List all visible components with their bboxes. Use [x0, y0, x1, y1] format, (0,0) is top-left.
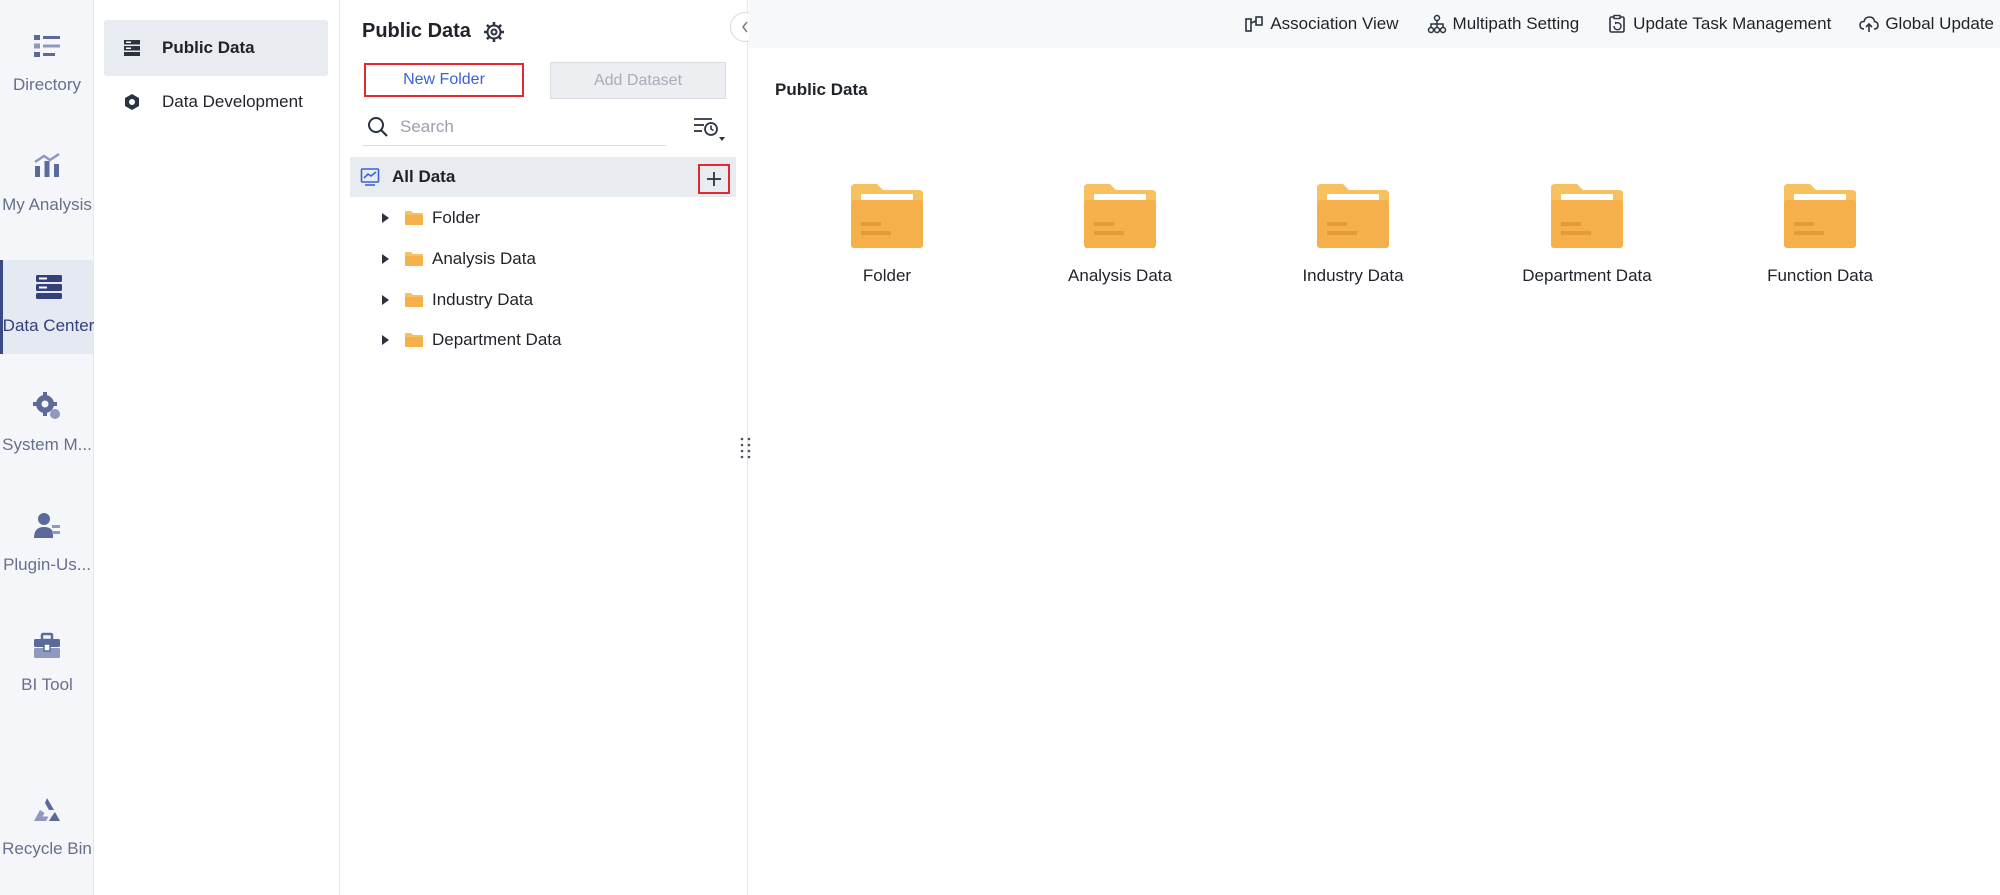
nav-item-system-management[interactable]: System M... [0, 360, 94, 454]
recycle-bin-icon [30, 794, 64, 827]
association-view-icon [1245, 16, 1264, 32]
main-nav: Directory My Analysis Data Center System… [0, 0, 94, 895]
task-clipboard-icon [1609, 14, 1625, 33]
tree-root-label: All Data [392, 167, 456, 186]
nav-label: BI Tool [21, 674, 73, 694]
nav-item-bi-tool[interactable]: BI Tool [0, 600, 94, 694]
nav-item-my-analysis[interactable]: My Analysis [0, 120, 94, 214]
data-center-icon [32, 270, 66, 304]
tree-item-folder[interactable]: Folder [380, 200, 480, 236]
plugin-user-icon [30, 510, 64, 543]
add-dataset-button[interactable]: Add Dataset [550, 62, 726, 99]
caret-right-icon[interactable] [380, 294, 390, 306]
tree-item-label: Folder [432, 208, 481, 227]
association-view-button[interactable]: Association View [1244, 14, 1399, 34]
tree-item-department-data[interactable]: Department Data [380, 322, 561, 358]
tree-root-all-data[interactable]: All Data [350, 157, 736, 197]
folder-card-label: Analysis Data [1068, 266, 1172, 285]
nav-label: System M... [2, 434, 92, 454]
folder-card-function-data[interactable]: Function Data [1730, 178, 1910, 298]
folder-icon [405, 333, 423, 347]
update-task-management-label: Update Task Management [1633, 14, 1832, 33]
tree-item-label: Industry Data [432, 290, 534, 309]
recent-filter-button[interactable] [692, 114, 726, 144]
global-update-button[interactable]: Global Update [1859, 14, 1994, 34]
tree-panel: Public Data New Folder Add Dataset All D… [340, 0, 748, 895]
tree-item-industry-data[interactable]: Industry Data [380, 282, 533, 318]
nav-label: Directory [12, 74, 81, 94]
tree-item-label: Department Data [432, 330, 562, 349]
large-folder-icon [1784, 184, 1856, 248]
public-data-icon [122, 38, 142, 58]
new-folder-button[interactable]: New Folder [364, 63, 524, 97]
folder-icon [405, 211, 423, 225]
multipath-setting-button[interactable]: Multipath Setting [1427, 14, 1580, 34]
global-update-label: Global Update [1885, 14, 1994, 33]
cloud-update-icon [1859, 16, 1880, 32]
large-folder-icon [851, 184, 923, 248]
folder-card-department-data[interactable]: Department Data [1497, 178, 1677, 298]
caret-right-icon[interactable] [380, 212, 390, 224]
panel-resize-handle[interactable] [739, 436, 753, 460]
drag-dots-icon [740, 437, 751, 459]
toolbox-icon [30, 630, 64, 663]
folder-card-industry-data[interactable]: Industry Data [1263, 178, 1443, 298]
plus-icon [707, 172, 721, 186]
nav-item-plugin-user[interactable]: Plugin-Us... [0, 480, 94, 574]
subnav-item-public-data[interactable]: Public Data [104, 20, 328, 76]
analysis-chart-icon [30, 150, 64, 183]
system-gear-icon [30, 390, 64, 423]
folder-card-folder[interactable]: Folder [797, 178, 977, 298]
nav-label: Plugin-Us... [3, 554, 91, 574]
large-folder-icon [1551, 184, 1623, 248]
multipath-setting-label: Multipath Setting [1452, 14, 1580, 33]
subnav-panel: Public Data Data Development [94, 0, 404, 895]
multipath-network-icon [1427, 14, 1446, 34]
directory-icon [30, 30, 64, 63]
large-folder-icon [1084, 184, 1156, 248]
folder-card-label: Industry Data [1302, 266, 1404, 285]
add-node-button[interactable] [698, 164, 730, 194]
all-data-chart-icon [360, 168, 380, 186]
folder-card-label: Department Data [1522, 266, 1652, 285]
folder-icon [405, 293, 423, 307]
main-toolbar: Association View Multipath Setting Updat… [749, 0, 2000, 48]
data-development-icon [122, 92, 142, 112]
caret-right-icon[interactable] [380, 334, 390, 346]
folder-card-label: Folder [862, 266, 912, 285]
subnav-label: Data Development [162, 92, 303, 111]
nav-item-data-center[interactable]: Data Center [0, 260, 94, 354]
large-folder-icon [1317, 184, 1389, 248]
search-box [362, 108, 666, 146]
nav-label: My Analysis [2, 194, 92, 214]
subnav-label: Public Data [162, 38, 255, 57]
main-title: Public Data [775, 80, 868, 99]
folder-card-label: Function Data [1767, 266, 1873, 285]
settings-gear-icon[interactable] [483, 21, 505, 43]
search-icon [368, 116, 388, 137]
nav-item-recycle-bin[interactable]: Recycle Bin [0, 764, 94, 858]
folder-card-analysis-data[interactable]: Analysis Data [1030, 178, 1210, 298]
nav-label: Recycle Bin [2, 838, 92, 858]
tree-item-analysis-data[interactable]: Analysis Data [380, 241, 536, 277]
tree-panel-header: Public Data [362, 20, 505, 43]
nav-label: Data Center [2, 316, 95, 335]
association-view-label: Association View [1270, 14, 1399, 33]
history-filter-icon [694, 118, 725, 141]
nav-item-directory[interactable]: Directory [0, 0, 94, 94]
tree-panel-title: Public Data [362, 20, 471, 42]
update-task-management-button[interactable]: Update Task Management [1607, 14, 1831, 34]
folder-icon [405, 252, 423, 266]
caret-right-icon[interactable] [380, 253, 390, 265]
tree-item-label: Analysis Data [432, 249, 536, 268]
search-input[interactable] [400, 116, 650, 137]
subnav-item-data-development[interactable]: Data Development [104, 74, 328, 130]
